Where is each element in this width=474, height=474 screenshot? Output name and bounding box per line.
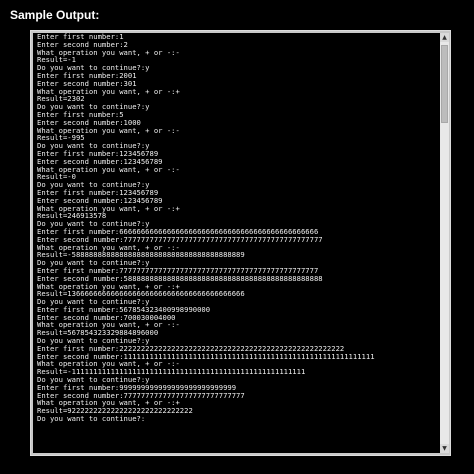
console-window: Enter first number:1 Enter second number:… [30, 30, 451, 456]
scrollbar-thumb[interactable] [441, 45, 448, 123]
sample-output-caption: Sample Output: [10, 8, 100, 22]
console-line: What operation you want, + or -:- [37, 164, 180, 174]
console-output-area[interactable]: Enter first number:1 Enter second number:… [33, 33, 440, 453]
console-lines: Enter first number:1 Enter second number:… [37, 33, 375, 423]
console-line: Do you want to continue?: [37, 414, 146, 424]
scroll-up-arrow-icon[interactable]: ▲ [440, 33, 449, 42]
console-line: What operation you want, + or -:+ [37, 86, 180, 96]
vertical-scrollbar[interactable]: ▲ ▼ [440, 33, 449, 453]
console-line: What operation you want, + or -:- [37, 125, 180, 135]
scroll-down-arrow-icon[interactable]: ▼ [440, 444, 449, 453]
console-line: What operation you want, + or -:- [37, 47, 180, 57]
